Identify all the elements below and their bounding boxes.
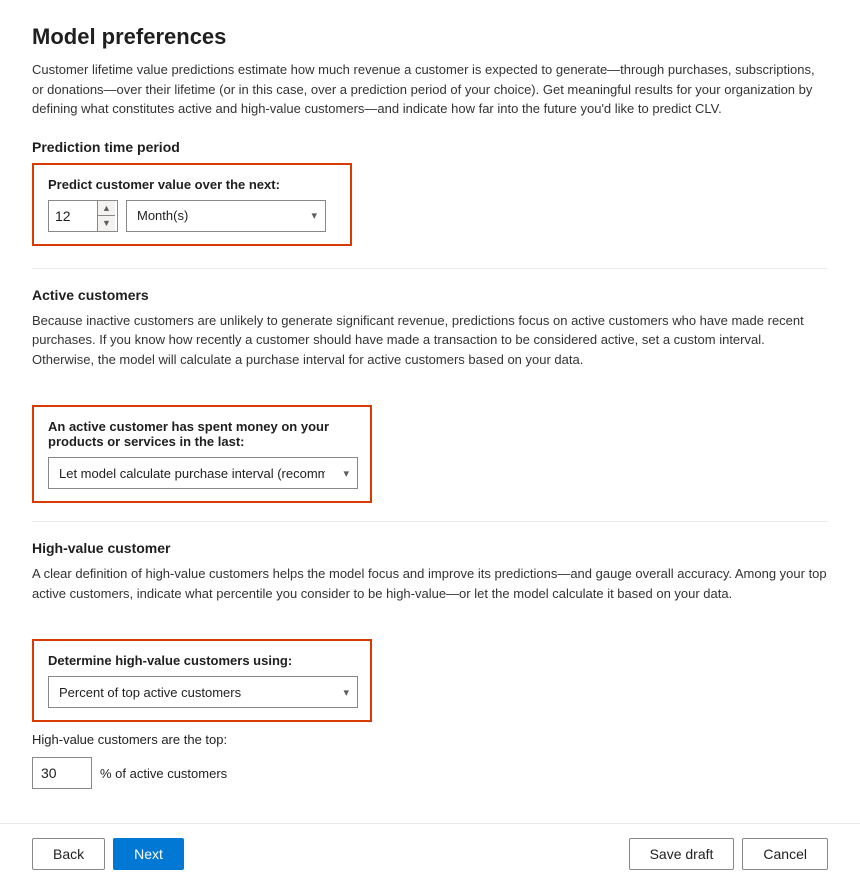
prediction-box-label: Predict customer value over the next: (48, 177, 336, 192)
prediction-section-title: Prediction time period (32, 139, 828, 155)
cancel-button[interactable]: Cancel (742, 838, 828, 870)
active-customers-box: An active customer has spent money on yo… (32, 405, 372, 503)
period-select[interactable]: Month(s) Day(s) Year(s) (127, 201, 325, 231)
page-description: Customer lifetime value predictions esti… (32, 60, 828, 119)
high-value-select-wrap: Percent of top active customers Model ca… (48, 676, 358, 708)
separator-2 (32, 521, 828, 522)
high-value-select[interactable]: Percent of top active customers Model ca… (49, 677, 357, 707)
high-value-percent-input[interactable] (32, 757, 92, 789)
footer-right: Save draft Cancel (629, 838, 828, 870)
next-button[interactable]: Next (113, 838, 184, 870)
main-content: Model preferences Customer lifetime valu… (0, 0, 860, 823)
prediction-box: Predict customer value over the next: ▲ … (32, 163, 352, 246)
prediction-input-row: ▲ ▼ Month(s) Day(s) Year(s) ▾ (48, 200, 336, 232)
number-input-wrap: ▲ ▼ (48, 200, 118, 232)
footer: Back Next Save draft Cancel (0, 823, 860, 884)
high-value-top-row: High-value customers are the top: (32, 732, 828, 747)
high-value-description: A clear definition of high-value custome… (32, 564, 828, 603)
high-value-box-label: Determine high-value customers using: (48, 653, 356, 668)
separator-1 (32, 268, 828, 269)
spin-up-button[interactable]: ▲ (98, 201, 115, 217)
high-value-box: Determine high-value customers using: Pe… (32, 639, 372, 722)
high-value-percent-suffix: % of active customers (100, 766, 227, 781)
high-value-top-label: High-value customers are the top: (32, 732, 227, 747)
footer-left: Back Next (32, 838, 184, 870)
spin-down-button[interactable]: ▼ (98, 216, 115, 231)
high-value-percent-row: % of active customers (32, 757, 828, 789)
high-value-section: High-value customer A clear definition o… (32, 540, 828, 789)
period-select-wrap: Month(s) Day(s) Year(s) ▾ (126, 200, 326, 232)
number-input[interactable] (49, 201, 97, 231)
page-title: Model preferences (32, 24, 828, 50)
prediction-section: Prediction time period Predict customer … (32, 139, 828, 250)
active-customers-title: Active customers (32, 287, 828, 303)
back-button[interactable]: Back (32, 838, 105, 870)
save-draft-button[interactable]: Save draft (629, 838, 735, 870)
active-customers-select-wrap: Let model calculate purchase interval (r… (48, 457, 358, 489)
active-customers-description: Because inactive customers are unlikely … (32, 311, 828, 370)
active-customers-select[interactable]: Let model calculate purchase interval (r… (49, 458, 357, 488)
active-customers-section: Active customers Because inactive custom… (32, 287, 828, 504)
high-value-title: High-value customer (32, 540, 828, 556)
active-customers-box-label: An active customer has spent money on yo… (48, 419, 356, 449)
spin-buttons: ▲ ▼ (97, 201, 115, 231)
